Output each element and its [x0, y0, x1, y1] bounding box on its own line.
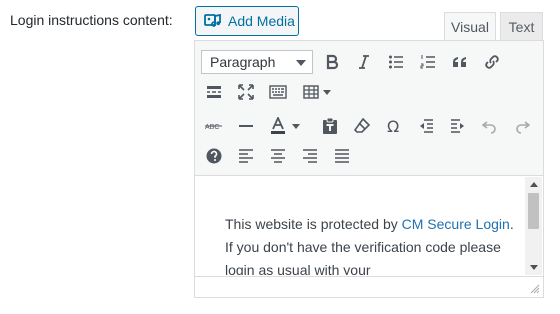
chevron-down-icon [296, 60, 306, 66]
table-icon [303, 85, 319, 99]
tab-visual[interactable]: Visual [444, 12, 496, 41]
indent-button[interactable] [445, 113, 471, 139]
fullscreen-button[interactable] [233, 79, 259, 105]
add-media-label: Add Media [228, 13, 295, 29]
scroll-up-icon[interactable] [530, 182, 538, 187]
justify-button[interactable] [329, 143, 355, 169]
align-right-icon [303, 149, 317, 163]
help-button[interactable] [201, 143, 227, 169]
chevron-down-icon [323, 89, 331, 95]
numbered-list-button[interactable] [415, 49, 441, 75]
format-select[interactable]: Paragraph [201, 50, 313, 74]
redo-icon [516, 121, 530, 134]
bold-button[interactable] [319, 49, 345, 75]
horizontal-line-icon [239, 125, 253, 127]
special-character-icon: Ω [387, 118, 399, 134]
blockquote-button[interactable] [447, 49, 473, 75]
numbered-list-icon [420, 55, 435, 69]
italic-icon [359, 55, 369, 69]
align-right-button[interactable] [297, 143, 323, 169]
read-more-button[interactable] [201, 79, 227, 105]
blockquote-icon [453, 57, 466, 67]
undo-button[interactable] [477, 113, 503, 139]
align-center-icon [271, 149, 285, 163]
strikethrough-button[interactable]: ABC [201, 113, 227, 139]
field-label: Login instructions content: [10, 12, 173, 28]
chevron-down-icon [292, 123, 300, 129]
text-color-button[interactable] [265, 113, 305, 139]
fullscreen-icon [238, 84, 254, 100]
italic-button[interactable] [351, 49, 377, 75]
outdent-button[interactable] [413, 113, 439, 139]
format-select-value: Paragraph [210, 54, 276, 70]
strikethrough-icon: ABC [205, 124, 222, 131]
tab-text[interactable]: Text [500, 12, 543, 41]
add-media-button[interactable]: Add Media [195, 6, 299, 36]
link-icon [485, 55, 499, 69]
content-link[interactable]: CM Secure Login [402, 216, 510, 232]
paste-text-icon [323, 117, 337, 134]
content-text-before: This website is protected by [225, 216, 402, 232]
justify-icon [335, 149, 349, 163]
toolbar-toggle-icon [269, 85, 287, 99]
link-button[interactable] [479, 49, 505, 75]
content-scrollbar[interactable] [525, 177, 542, 275]
media-icon [204, 12, 222, 31]
editor-content[interactable]: This website is protected by CM Secure L… [195, 177, 525, 275]
svg-text:Ω: Ω [387, 118, 399, 134]
visual-editor: Paragraph ABC Ω This website is protecte… [194, 40, 544, 298]
content-paragraph: This website is protected by CM Secure L… [225, 213, 515, 275]
text-color-icon [271, 117, 285, 134]
resize-handle-icon[interactable] [530, 284, 540, 294]
clear-formatting-icon [354, 118, 370, 133]
table-button[interactable] [297, 79, 337, 105]
toolbar-toggle-button[interactable] [265, 79, 291, 105]
editor-toolbar: Paragraph ABC Ω [195, 41, 543, 176]
svg-text:ABC: ABC [205, 124, 219, 131]
special-character-button[interactable]: Ω [381, 113, 407, 139]
scroll-thumb[interactable] [528, 193, 539, 229]
clear-formatting-button[interactable] [349, 113, 375, 139]
editor-statusbar [195, 276, 543, 297]
horizontal-line-button[interactable] [233, 113, 259, 139]
align-center-button[interactable] [265, 143, 291, 169]
bold-icon [326, 54, 339, 70]
bullet-list-icon [389, 55, 403, 69]
outdent-icon [420, 119, 433, 133]
read-more-icon [207, 86, 221, 98]
undo-icon [482, 121, 496, 134]
paste-text-button[interactable] [317, 113, 343, 139]
indent-icon [451, 119, 464, 133]
redo-button[interactable] [509, 113, 535, 139]
scroll-down-icon[interactable] [530, 265, 538, 270]
bullet-list-button[interactable] [383, 49, 409, 75]
align-left-icon [239, 149, 253, 163]
help-icon [206, 148, 222, 164]
align-left-button[interactable] [233, 143, 259, 169]
